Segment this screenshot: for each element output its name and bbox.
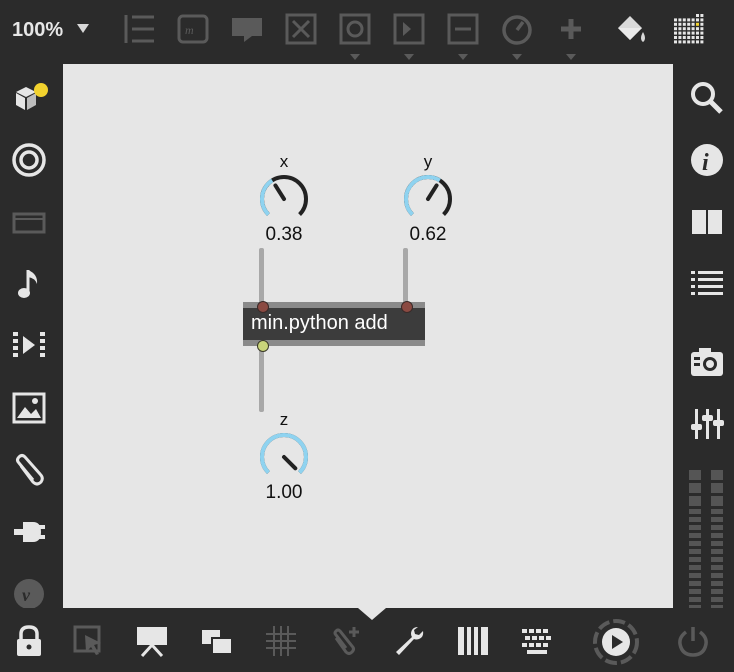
- vimeo-icon[interactable]: v: [11, 576, 47, 612]
- image-icon[interactable]: [11, 390, 47, 426]
- outlet[interactable]: [257, 340, 269, 352]
- book-icon[interactable]: [689, 204, 725, 240]
- power-icon[interactable]: [676, 624, 710, 658]
- object-inlet-bar: [243, 302, 425, 308]
- presentation-icon[interactable]: [135, 624, 169, 658]
- paint-bucket-icon[interactable]: [614, 12, 648, 46]
- mixer-icon[interactable]: [689, 406, 725, 442]
- dial-x[interactable]: x 0.38: [239, 152, 329, 258]
- bottom-caret-icon: [358, 608, 386, 620]
- dial-x-label: x: [279, 152, 289, 171]
- button-submenu-icon[interactable]: [350, 54, 360, 60]
- inlet-right[interactable]: [401, 301, 413, 313]
- snapshot-icon[interactable]: [689, 344, 725, 380]
- search-icon[interactable]: [689, 80, 725, 116]
- keyboard-icon[interactable]: [520, 624, 554, 658]
- zoom-level[interactable]: 100%: [12, 19, 63, 42]
- windows-icon[interactable]: [200, 624, 234, 658]
- dial-y-label: y: [423, 152, 433, 171]
- add-object-icon[interactable]: [554, 12, 588, 46]
- plug-icon[interactable]: [11, 514, 47, 550]
- left-sidebar: v: [0, 64, 63, 609]
- dial-icon[interactable]: [500, 12, 534, 46]
- object-outlet-bar: [243, 340, 425, 346]
- dial-y-graphic[interactable]: [401, 172, 455, 226]
- button-icon[interactable]: [338, 12, 372, 46]
- info-icon[interactable]: i: [689, 142, 725, 178]
- patch-cable-z[interactable]: [259, 346, 264, 412]
- svg-text:i: i: [702, 150, 709, 176]
- right-sidebar: i: [673, 64, 734, 608]
- zoom-dropdown-icon[interactable]: [77, 24, 89, 33]
- dial-x-graphic[interactable]: [257, 172, 311, 226]
- dial-z-value: 1.00: [265, 482, 303, 503]
- dial-submenu-icon[interactable]: [512, 54, 522, 60]
- grid-icon[interactable]: [264, 624, 298, 658]
- python-object[interactable]: min.python add: [243, 302, 425, 346]
- bpatcher-icon[interactable]: [122, 12, 156, 46]
- music-note-icon[interactable]: [12, 266, 48, 302]
- dial-x-value: 0.38: [265, 224, 303, 245]
- level-meter-right: [711, 470, 723, 618]
- paperclip-icon[interactable]: [11, 452, 47, 488]
- top-toolbar: 100% m: [0, 0, 734, 64]
- level-meter-left: [689, 470, 701, 618]
- packages-icon[interactable]: [12, 80, 48, 116]
- comment-icon[interactable]: m: [176, 12, 210, 46]
- media-icon[interactable]: [11, 328, 47, 364]
- message-icon[interactable]: [230, 12, 264, 46]
- dial-z[interactable]: z 1.00: [239, 410, 329, 516]
- toggle-icon[interactable]: [284, 12, 318, 46]
- list-icon[interactable]: [689, 266, 725, 302]
- number-submenu-icon[interactable]: [404, 54, 414, 60]
- slider-icon[interactable]: [446, 12, 480, 46]
- svg-text:m: m: [185, 23, 194, 37]
- target-icon[interactable]: [11, 142, 47, 178]
- dial-y[interactable]: y 0.62: [383, 152, 473, 258]
- browser-icon[interactable]: [11, 204, 47, 240]
- dial-z-label: z: [279, 410, 289, 429]
- grid-palette-icon[interactable]: [672, 12, 706, 46]
- add-object-submenu-icon[interactable]: [566, 54, 576, 60]
- select-icon[interactable]: [72, 624, 106, 658]
- wrench-icon[interactable]: [392, 624, 426, 658]
- dial-y-value: 0.62: [409, 224, 447, 245]
- lock-icon[interactable]: [12, 624, 46, 658]
- play-icon[interactable]: [592, 618, 640, 666]
- inlet-left[interactable]: [257, 301, 269, 313]
- number-icon[interactable]: [392, 12, 426, 46]
- svg-text:v: v: [22, 585, 31, 605]
- piano-icon[interactable]: [456, 624, 490, 658]
- patcher-canvas[interactable]: x 0.38 y 0.62 z 1.00 min.python add: [63, 64, 673, 608]
- autoconnect-icon[interactable]: [328, 624, 362, 658]
- dial-z-graphic[interactable]: [257, 430, 311, 484]
- slider-submenu-icon[interactable]: [458, 54, 468, 60]
- python-object-text[interactable]: min.python add: [251, 312, 388, 335]
